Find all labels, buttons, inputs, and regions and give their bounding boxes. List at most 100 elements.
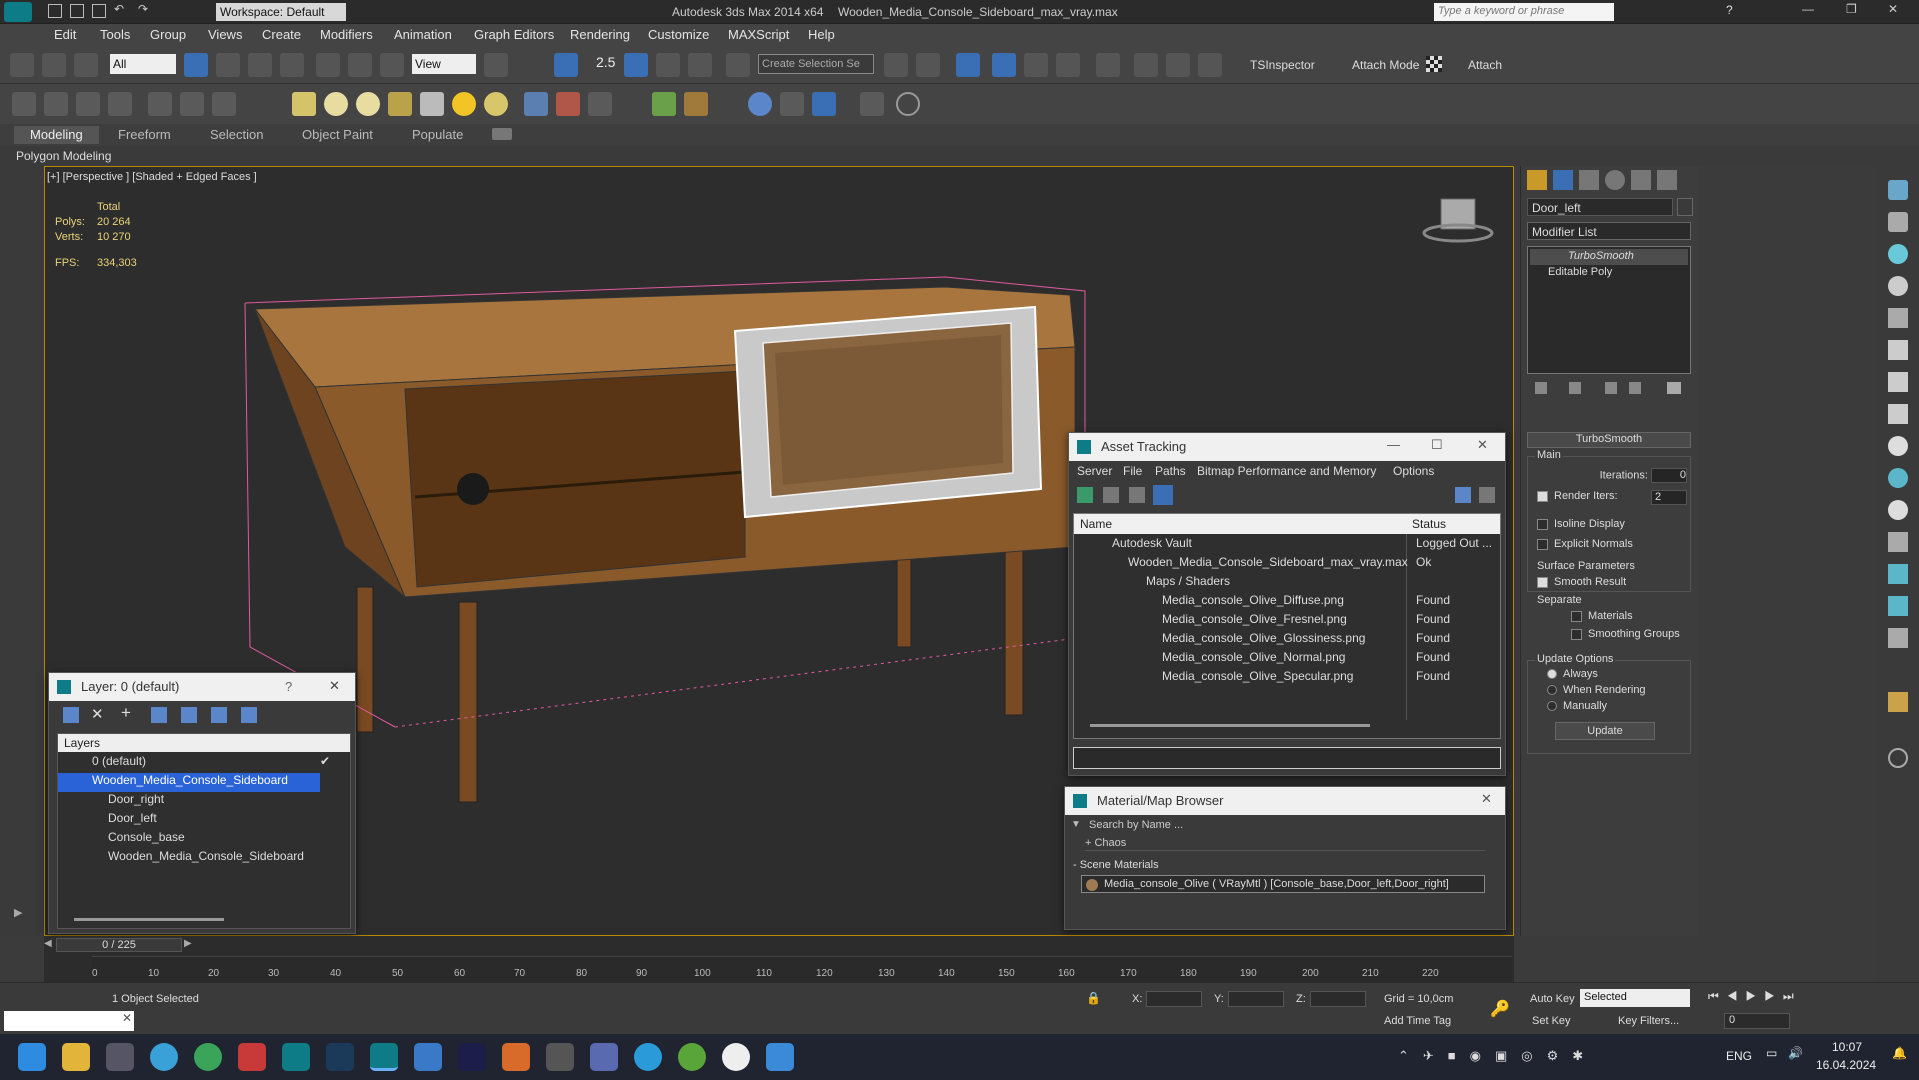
asset-row[interactable]: Media_console_Olive_Normal.png Found: [1074, 650, 1500, 669]
asset-row[interactable]: Media_console_Olive_Fresnel.png Found: [1074, 612, 1500, 631]
isoline-row[interactable]: Isoline Display: [1537, 518, 1625, 530]
materials-checkbox[interactable]: [1571, 610, 1582, 622]
move-icon[interactable]: [316, 53, 340, 77]
strip-icon[interactable]: [1888, 628, 1908, 648]
named-selection-set-input[interactable]: Create Selection Se: [758, 54, 874, 74]
schematic-view-icon[interactable]: [1056, 53, 1080, 77]
lights-icon[interactable]: [148, 92, 172, 116]
close-icon[interactable]: ✕: [122, 1011, 132, 1025]
detail-view-icon[interactable]: [1129, 487, 1145, 503]
menu-file[interactable]: File: [1123, 464, 1142, 478]
checker-icon[interactable]: [1426, 56, 1442, 72]
timeline-next-icon[interactable]: ▶: [184, 938, 192, 949]
attach-mode-button[interactable]: Attach Mode: [1352, 58, 1419, 72]
layers-column-header[interactable]: Layers: [58, 734, 350, 752]
selection-filter-dropdown[interactable]: All: [110, 54, 176, 74]
attach-button[interactable]: Attach: [1468, 58, 1502, 72]
windows-start-icon[interactable]: [18, 1043, 46, 1071]
close-icon[interactable]: ✕: [1477, 437, 1488, 453]
sky-light-icon[interactable]: [484, 92, 508, 116]
save-icon[interactable]: [92, 4, 106, 18]
task-view-icon[interactable]: [106, 1043, 134, 1071]
dynamics-icon[interactable]: [556, 92, 580, 116]
app-save-icon[interactable]: [590, 1043, 618, 1071]
notification-icon[interactable]: 🔔: [1892, 1046, 1907, 1060]
help-icon[interactable]: ?: [1726, 3, 1733, 17]
key-filters-button[interactable]: Key Filters...: [1618, 1015, 1679, 1027]
environment-icon[interactable]: [812, 92, 836, 116]
strip-icon[interactable]: [1888, 436, 1908, 456]
rendered-frame-icon[interactable]: [1166, 53, 1190, 77]
close-icon[interactable]: ✕: [329, 678, 340, 694]
menu-modifiers[interactable]: Modifiers: [320, 27, 373, 42]
helper-icon[interactable]: [212, 92, 236, 116]
telegram-icon[interactable]: [150, 1043, 178, 1071]
network-icon[interactable]: ▭: [1766, 1046, 1777, 1060]
angle-snap-icon[interactable]: [624, 53, 648, 77]
asset-row[interactable]: Media_console_Olive_Glossiness.png Found: [1074, 631, 1500, 650]
layer-window-header[interactable]: Layer: 0 (default) ? ✕: [49, 673, 355, 701]
menu-rendering[interactable]: Rendering: [570, 27, 630, 42]
select-by-name-icon[interactable]: [216, 53, 240, 77]
viewport-config-icon[interactable]: [860, 92, 884, 116]
asset-tracking-window[interactable]: Asset Tracking — ☐ ✕ Server File Paths B…: [1068, 432, 1506, 776]
scene-materials-group[interactable]: - Scene Materials: [1073, 859, 1159, 871]
app-n-icon[interactable]: [722, 1043, 750, 1071]
render-iters-spinner[interactable]: 2: [1651, 490, 1687, 505]
x-coord-field[interactable]: [1146, 991, 1202, 1007]
select-manipulate-icon[interactable]: [554, 53, 578, 77]
layer-manager-icon[interactable]: [956, 53, 980, 77]
maximize-icon[interactable]: ❐: [1846, 2, 1857, 16]
select-object-icon[interactable]: [184, 53, 208, 77]
col-name[interactable]: Name: [1080, 517, 1112, 531]
photoshop-icon[interactable]: [326, 1043, 354, 1071]
ribbon-toggle-icon[interactable]: [992, 53, 1016, 77]
system-tray-icons[interactable]: ⌃✈■◉▣◎⚙✱: [1398, 1048, 1597, 1064]
playback-controls[interactable]: ⏮◀▶▶⏭: [1708, 989, 1802, 1004]
search-input[interactable]: Type a keyword or phrase: [1434, 3, 1614, 21]
clock-date[interactable]: 16.04.2024: [1816, 1058, 1876, 1072]
key-icon[interactable]: 🔑: [1490, 999, 1510, 1019]
render-scene-icon[interactable]: [780, 92, 804, 116]
layer-row-selected[interactable]: Wooden_Media_Console_Sideboard: [58, 773, 320, 792]
menu-edit[interactable]: Edit: [54, 27, 76, 42]
layer-explorer-window[interactable]: Layer: 0 (default) ? ✕ ✕ + Layers 0 (def…: [48, 672, 356, 934]
z-coord-field[interactable]: [1310, 991, 1366, 1007]
strip-icon[interactable]: [1888, 180, 1908, 200]
hierarchy-tab-icon[interactable]: [1579, 170, 1599, 190]
workspace-dropdown[interactable]: Workspace: Default: [216, 3, 346, 21]
help-icon[interactable]: ?: [285, 679, 292, 694]
show-end-result-icon[interactable]: [1569, 382, 1581, 394]
chrome-icon[interactable]: [194, 1043, 222, 1071]
iterations-spinner[interactable]: 0: [1651, 468, 1687, 483]
hair-icon[interactable]: [652, 92, 676, 116]
time-slider[interactable]: 0 / 225: [56, 938, 182, 952]
edit-named-selection-icon[interactable]: [726, 53, 750, 77]
strip-icon[interactable]: [1888, 372, 1908, 392]
explicit-normals-row[interactable]: Explicit Normals: [1537, 538, 1633, 550]
rect-selection-icon[interactable]: [248, 53, 272, 77]
manually-radio-row[interactable]: Manually: [1547, 700, 1607, 712]
camera-icon[interactable]: [180, 92, 204, 116]
menu-paths[interactable]: Paths: [1155, 464, 1186, 478]
tab-populate[interactable]: Populate: [396, 126, 479, 144]
render-setup-icon[interactable]: [1134, 53, 1158, 77]
notepad-icon[interactable]: [414, 1043, 442, 1071]
isoline-checkbox[interactable]: [1537, 518, 1548, 530]
close-icon[interactable]: ✕: [1888, 2, 1898, 16]
layer-new-icon[interactable]: [63, 707, 79, 723]
settings-icon[interactable]: [1479, 487, 1495, 503]
strip-icon[interactable]: [1888, 564, 1908, 584]
app-g-icon[interactable]: [502, 1043, 530, 1071]
scale-icon[interactable]: [380, 53, 404, 77]
smoothing-groups-row[interactable]: Smoothing Groups: [1571, 628, 1680, 640]
sphere-primitive-icon[interactable]: [324, 92, 348, 116]
add-time-tag[interactable]: Add Time Tag: [1384, 1015, 1451, 1027]
modify-panel-icon[interactable]: [44, 92, 68, 116]
app-search-icon[interactable]: [546, 1043, 574, 1071]
smooth-result-row[interactable]: Smooth Result: [1537, 576, 1626, 588]
layer-row[interactable]: 0 (default) ✔: [58, 754, 350, 773]
modifier-list-dropdown[interactable]: Modifier List: [1527, 222, 1691, 240]
close-icon[interactable]: ✕: [1481, 791, 1492, 807]
object-name-field[interactable]: Door_left: [1527, 198, 1673, 216]
